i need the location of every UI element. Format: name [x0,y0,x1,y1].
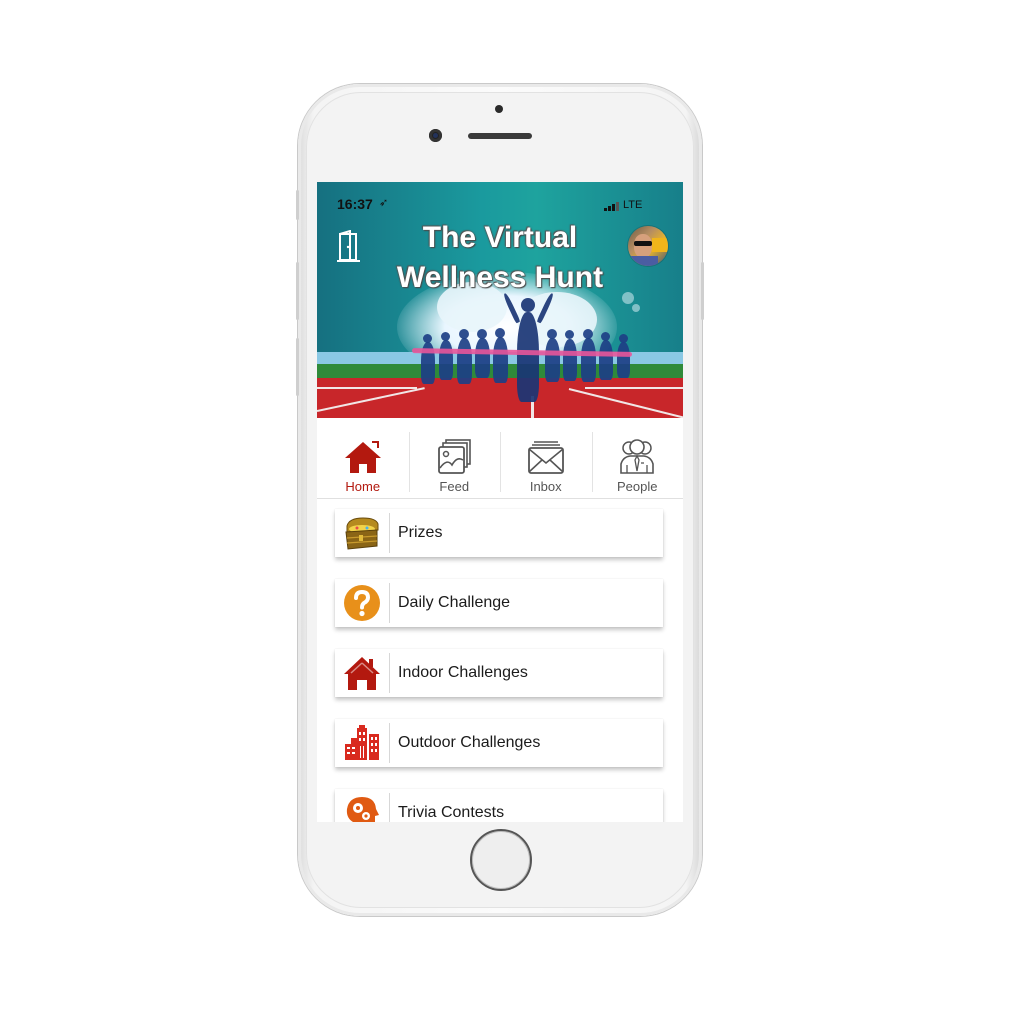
avatar-sunglasses [634,241,652,246]
tab-label: Home [345,479,381,494]
volume-up-button [296,262,299,320]
runner-silhouette [563,339,577,381]
runner-head [521,298,535,312]
runner-silhouette [581,338,596,382]
runner-silhouette [545,338,560,382]
runner-head [583,329,593,339]
tab-bar: Home Feed Inbox People [317,428,683,499]
menu-divider [389,723,390,763]
runner-silhouette [493,337,508,383]
menu-item-outdoor-challenges[interactable]: Outdoor Challenges [335,719,663,767]
tab-inbox[interactable]: Inbox [500,428,592,498]
photo-stack-icon [438,439,472,474]
door-exit-icon [337,229,360,262]
earpiece-speaker [468,133,532,139]
tab-people[interactable]: People [591,428,684,498]
menu-icon-container [335,579,389,627]
tab-feed[interactable]: Feed [408,428,501,498]
volume-down-button [296,338,299,396]
avatar-background [652,238,668,252]
tab-label: People [617,479,658,494]
avatar-shirt [628,256,658,266]
menu-label: Trivia Contests [398,804,505,821]
network-type: LTE [623,199,643,211]
proximity-sensor [495,105,503,113]
runner-head [619,334,628,343]
runner-head [423,334,432,343]
app-screen: 16:37 ➶ LTE The Virtual Wellness Hunt Ho… [317,182,683,822]
head-gears-icon [346,797,379,822]
tab-label: Feed [439,479,470,494]
treasure-chest-icon [345,517,379,550]
runner-head [441,332,450,341]
header-banner: 16:37 ➶ LTE The Virtual Wellness Hunt [317,182,683,418]
question-circle-icon [344,585,380,621]
runner-silhouette [457,338,472,384]
menu-item-trivia-contests[interactable]: Trivia Contests [335,789,663,822]
signal-strength-icon [604,202,619,211]
power-button [701,262,704,320]
runner-head [547,329,557,339]
runner-head [477,329,487,339]
menu-divider [389,513,390,553]
home-icon [344,441,381,473]
menu-label: Outdoor Challenges [398,734,541,751]
menu-item-daily-challenge[interactable]: Daily Challenge [335,579,663,627]
status-time: 16:37 [337,196,373,212]
home-button[interactable] [470,829,532,891]
runner-silhouette [439,340,453,380]
menu-icon-container [335,719,389,767]
menu-list: Prizes Daily Challenge Indoor Challenges… [335,509,663,822]
track-lane-line [585,387,683,389]
menu-item-prizes[interactable]: Prizes [335,509,663,557]
runner-head [565,330,574,339]
menu-divider [389,793,390,822]
runner-silhouette [517,312,539,402]
envelope-icon [527,441,564,474]
people-icon [620,439,655,474]
runner-head [495,328,505,338]
menu-label: Prizes [398,524,443,541]
city-buildings-icon [345,725,379,760]
runner-head [601,332,610,341]
exit-button[interactable] [336,229,362,264]
banner-cloud [622,292,634,304]
location-arrow-icon: ➶ [379,197,389,209]
banner-cloud [632,304,640,312]
tab-label: Inbox [529,479,562,494]
menu-icon-container [335,649,389,697]
tab-home[interactable]: Home [317,428,409,498]
menu-item-indoor-challenges[interactable]: Indoor Challenges [335,649,663,697]
menu-label: Indoor Challenges [398,664,528,681]
mute-switch [296,190,299,220]
house-icon [344,657,380,690]
menu-divider [389,653,390,693]
app-title: The Virtual Wellness Hunt [396,221,604,294]
avatar[interactable] [628,226,668,266]
runner-silhouette [617,342,630,378]
menu-divider [389,583,390,623]
avatar-face [634,234,652,258]
runner-silhouette [475,338,490,378]
runner-silhouette [599,340,613,380]
runner-head [459,329,469,339]
menu-icon-container [335,789,389,822]
front-camera [429,129,442,142]
menu-label: Daily Challenge [398,594,511,611]
menu-icon-container [335,509,389,557]
track-lane-line [317,387,417,389]
